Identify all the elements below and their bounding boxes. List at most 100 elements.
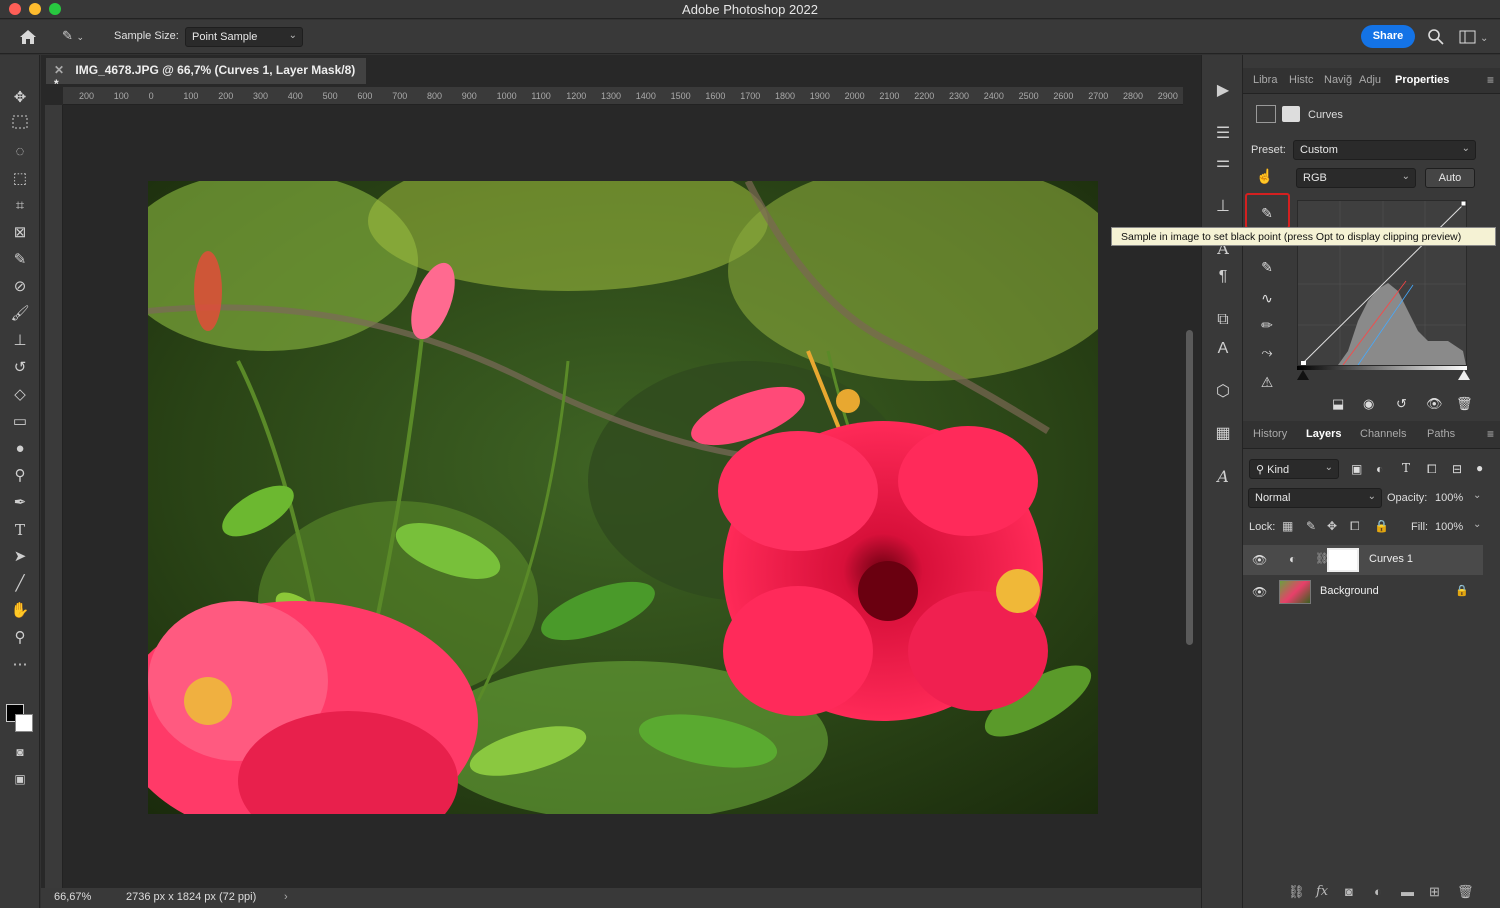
tab-history[interactable]: History bbox=[1253, 428, 1287, 440]
document-tab[interactable]: ✕ IMG_4678.JPG @ 66,7% (Curves 1, Layer … bbox=[46, 58, 366, 91]
home-icon[interactable] bbox=[18, 27, 38, 47]
pen-tool-icon[interactable]: ✒ bbox=[8, 492, 32, 514]
blend-mode-select[interactable]: Normal ⌄ bbox=[1248, 488, 1382, 508]
glyphs-icon[interactable]: ▦ bbox=[1211, 422, 1235, 446]
eyedropper-tool-preset-icon[interactable]: ✎ ⌄ bbox=[62, 28, 100, 46]
layer-row-curves[interactable]: 👁 ◐ ⛓ Curves 1 bbox=[1243, 545, 1483, 575]
glyph-styles-icon[interactable]: A bbox=[1211, 465, 1235, 489]
hand-tool-icon[interactable]: ✋ bbox=[8, 600, 32, 622]
brush-settings-icon[interactable]: ☰ bbox=[1211, 122, 1235, 146]
character-styles-icon[interactable]: A bbox=[1211, 337, 1235, 361]
layer-row-background[interactable]: 👁 Background 🔒 bbox=[1243, 577, 1483, 607]
move-tool-icon[interactable]: ✥ bbox=[8, 87, 32, 109]
eyedropper-tool-icon[interactable]: ✎ bbox=[8, 249, 32, 271]
view-previous-state-icon[interactable]: ◉ bbox=[1363, 396, 1374, 412]
crop-tool-icon[interactable]: ⌗ bbox=[8, 195, 32, 217]
workspace-icon[interactable]: ⌄ bbox=[1459, 30, 1489, 44]
history-brush-tool-icon[interactable]: ↺ bbox=[8, 357, 32, 379]
vertical-scrollbar[interactable] bbox=[1186, 330, 1193, 645]
tab-navigator[interactable]: Naviğ bbox=[1324, 74, 1352, 86]
dodge-tool-icon[interactable]: ⚲ bbox=[8, 465, 32, 487]
opacity-value[interactable]: 100% bbox=[1435, 492, 1463, 504]
link-layers-icon[interactable]: ⛓ bbox=[1288, 884, 1305, 900]
sample-size-select[interactable]: Point Sample ⌄ bbox=[185, 27, 303, 47]
tab-paths[interactable]: Paths bbox=[1427, 428, 1455, 440]
marquee-tool-icon[interactable] bbox=[8, 114, 32, 136]
clone-source-icon[interactable]: ⊥ bbox=[1211, 195, 1235, 219]
lock-position-icon[interactable]: ✥ bbox=[1327, 519, 1337, 533]
line-tool-icon[interactable]: ╱ bbox=[8, 573, 32, 595]
reset-icon[interactable]: ↺ bbox=[1396, 396, 1407, 412]
filter-adjustment-icon[interactable]: ◐ bbox=[1376, 462, 1383, 476]
chevron-down-icon[interactable]: ⌄ bbox=[1473, 519, 1481, 530]
filter-type-icon[interactable]: T bbox=[1402, 461, 1410, 475]
type-tool-icon[interactable]: T bbox=[8, 519, 32, 541]
new-group-icon[interactable]: ▬ bbox=[1401, 884, 1414, 899]
add-mask-icon[interactable]: ◙ bbox=[1345, 884, 1353, 899]
blur-tool-icon[interactable]: ● bbox=[8, 438, 32, 460]
on-image-adjustment-icon[interactable]: ☝ bbox=[1256, 168, 1278, 188]
search-icon[interactable] bbox=[1427, 28, 1445, 46]
new-layer-icon[interactable]: ⊞ bbox=[1429, 884, 1440, 900]
close-tab-icon[interactable]: ✕ bbox=[54, 63, 64, 77]
healing-brush-tool-icon[interactable]: ⊘ bbox=[8, 276, 32, 298]
tab-adjustments[interactable]: Adju bbox=[1359, 74, 1381, 86]
lock-transparent-icon[interactable]: ▦ bbox=[1282, 519, 1293, 533]
auto-button[interactable]: Auto bbox=[1425, 168, 1475, 188]
object-selection-tool-icon[interactable]: ⬚ bbox=[8, 168, 32, 190]
mask-icon[interactable] bbox=[1282, 106, 1300, 122]
white-slider[interactable] bbox=[1458, 370, 1470, 380]
clip-to-layer-icon[interactable]: ⬓ bbox=[1332, 396, 1344, 412]
clone-stamp-tool-icon[interactable]: ⊥ bbox=[8, 330, 32, 352]
share-button[interactable]: Share bbox=[1361, 25, 1415, 48]
layers-menu-icon[interactable]: ≡ bbox=[1487, 427, 1494, 441]
tab-channels[interactable]: Channels bbox=[1360, 428, 1406, 440]
curves-graph[interactable] bbox=[1297, 200, 1467, 366]
chevron-down-icon[interactable]: ⌄ bbox=[1473, 490, 1481, 501]
zoom-tool-icon[interactable]: ⚲ bbox=[8, 627, 32, 649]
screen-mode-icon[interactable]: ▣ bbox=[8, 768, 32, 790]
lock-all-icon[interactable]: 🔒 bbox=[1374, 519, 1389, 533]
channel-select[interactable]: RGB ⌄ bbox=[1296, 168, 1416, 188]
new-adjustment-icon[interactable]: ◐ bbox=[1374, 884, 1382, 899]
paragraph-icon[interactable]: ¶ bbox=[1211, 265, 1235, 289]
eraser-tool-icon[interactable]: ◇ bbox=[8, 384, 32, 406]
path-selection-tool-icon[interactable]: ➤ bbox=[8, 546, 32, 568]
smooth-curve-icon[interactable]: ⤳ bbox=[1256, 341, 1278, 363]
lock-artboard-icon[interactable]: ⧠ bbox=[1350, 519, 1360, 534]
tab-libraries[interactable]: Libra bbox=[1253, 74, 1277, 86]
lasso-tool-icon[interactable]: ◌ bbox=[8, 141, 32, 163]
3d-icon[interactable]: ⬡ bbox=[1211, 380, 1235, 404]
delete-layer-icon[interactable]: 🗑 bbox=[1457, 884, 1474, 900]
brush-tool-icon[interactable]: 🖌 bbox=[8, 303, 32, 325]
fill-value[interactable]: 100% bbox=[1435, 521, 1463, 533]
document-image[interactable] bbox=[148, 181, 1098, 814]
quick-mask-icon[interactable]: ◙ bbox=[8, 741, 32, 763]
visibility-icon[interactable]: 👁 bbox=[1426, 396, 1443, 412]
delete-adjustment-icon[interactable]: 🗑 bbox=[1456, 396, 1473, 412]
white-point-eyedropper-icon[interactable]: ✎ bbox=[1256, 256, 1278, 278]
adjustments-sliders-icon[interactable]: ⚌ bbox=[1211, 151, 1235, 175]
background-color-swatch[interactable] bbox=[15, 714, 33, 732]
chevron-right-icon[interactable]: › bbox=[284, 891, 288, 903]
tab-histogram[interactable]: Histc bbox=[1289, 74, 1313, 86]
zoom-level[interactable]: 66,67% bbox=[54, 891, 91, 903]
gradient-tool-icon[interactable]: ▭ bbox=[8, 411, 32, 433]
clipping-warning-icon[interactable]: ⚠ bbox=[1256, 371, 1278, 393]
black-slider[interactable] bbox=[1297, 370, 1309, 380]
more-tools-icon[interactable]: ⋯ bbox=[8, 654, 32, 676]
filter-shape-icon[interactable]: ⧠ bbox=[1427, 462, 1437, 477]
preset-select[interactable]: Custom ⌄ bbox=[1293, 140, 1476, 160]
curve-points-icon[interactable]: ∿ bbox=[1256, 287, 1278, 309]
play-actions-icon[interactable]: ▶ bbox=[1211, 79, 1235, 103]
panel-menu-icon[interactable]: ≡ bbox=[1487, 73, 1494, 87]
filter-smart-object-icon[interactable]: ⊟ bbox=[1452, 462, 1462, 476]
tab-properties[interactable]: Properties bbox=[1395, 74, 1449, 86]
filter-pixel-icon[interactable]: ▣ bbox=[1351, 462, 1362, 476]
visibility-eye-icon[interactable]: 👁 bbox=[1252, 585, 1267, 599]
tab-layers[interactable]: Layers bbox=[1306, 428, 1341, 440]
lock-image-icon[interactable]: ✎ bbox=[1306, 519, 1316, 533]
layer-mask-thumbnail[interactable] bbox=[1327, 548, 1359, 572]
layer-style-icon[interactable]: fx bbox=[1316, 884, 1328, 899]
frame-tool-icon[interactable]: ⊠ bbox=[8, 222, 32, 244]
